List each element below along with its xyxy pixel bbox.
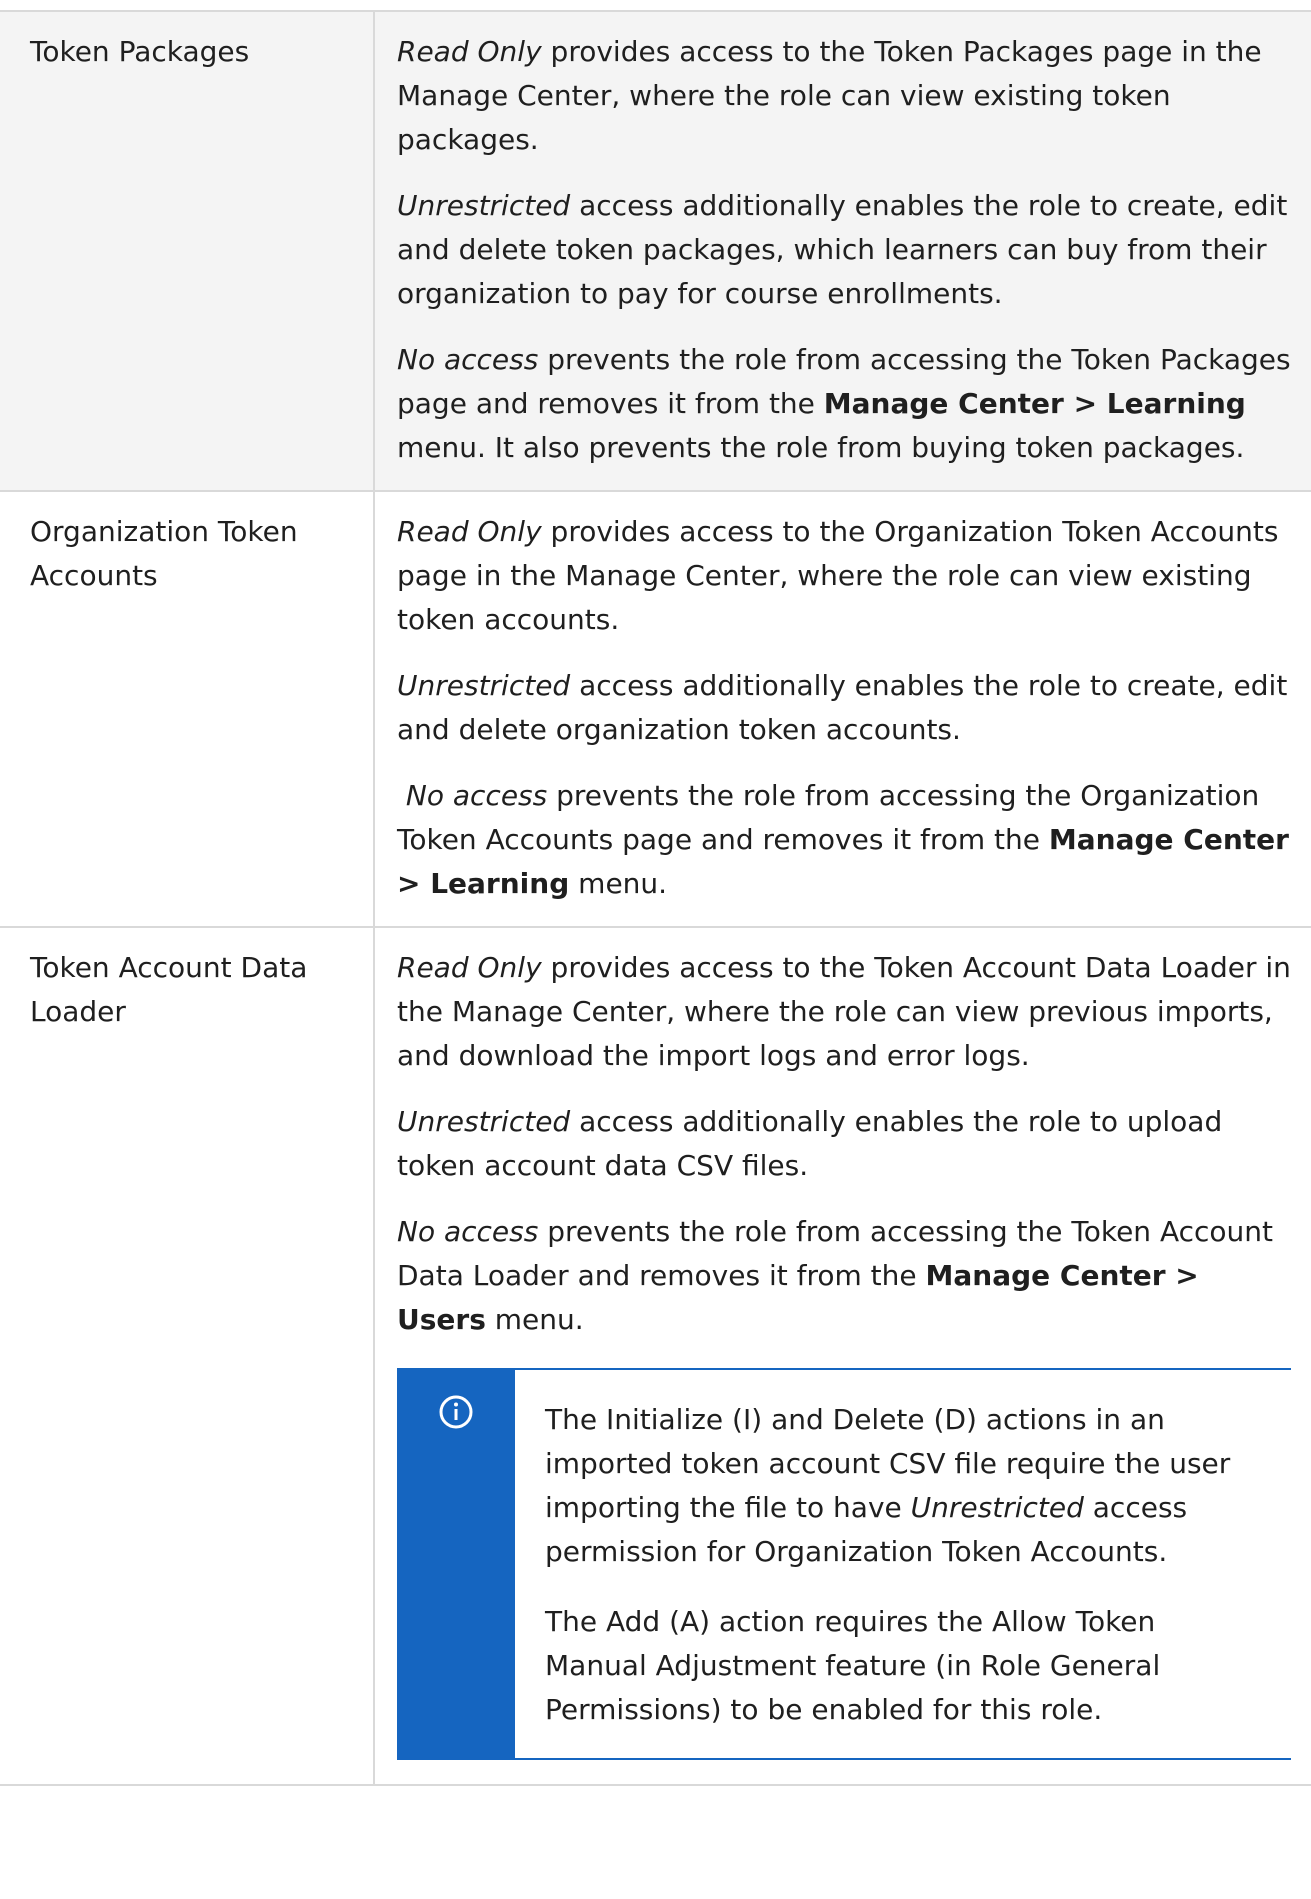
no-access-paragraph: No access prevents the role from accessi…: [397, 1215, 1273, 1336]
permission-name: Organization Token Accounts: [0, 490, 375, 928]
note-body: The Initialize (I) and Delete (D) action…: [515, 1370, 1291, 1758]
unrestricted-paragraph: Unrestricted access additionally enables…: [397, 189, 1288, 310]
read-only-paragraph: Read Only provides access to the Token P…: [397, 35, 1262, 156]
note-accent-bar: [397, 1370, 515, 1758]
no-access-paragraph: No access prevents the role from accessi…: [397, 343, 1291, 464]
table-row: Token Packages Read Only provides access…: [0, 10, 1311, 492]
documentation-page: Token Packages Read Only provides access…: [0, 0, 1311, 1899]
unrestricted-paragraph: Unrestricted access additionally enables…: [397, 669, 1288, 746]
unrestricted-paragraph: Unrestricted access additionally enables…: [397, 1105, 1223, 1182]
read-only-paragraph: Read Only provides access to the Organiz…: [397, 515, 1279, 636]
permissions-table: Token Packages Read Only provides access…: [0, 10, 1311, 1786]
permission-description: Read Only provides access to the Organiz…: [373, 490, 1311, 928]
permission-description: Read Only provides access to the Token A…: [373, 926, 1311, 1786]
no-access-paragraph: No access prevents the role from accessi…: [397, 779, 1289, 900]
table-row: Organization Token Accounts Read Only pr…: [0, 490, 1311, 928]
note-paragraph: The Initialize (I) and Delete (D) action…: [545, 1403, 1231, 1568]
table-row: Token Account Data Loader Read Only prov…: [0, 926, 1311, 1786]
info-note: The Initialize (I) and Delete (D) action…: [397, 1368, 1291, 1760]
info-icon: [438, 1394, 474, 1758]
permission-name: Token Account Data Loader: [0, 926, 375, 1786]
permission-description: Read Only provides access to the Token P…: [373, 10, 1311, 492]
read-only-paragraph: Read Only provides access to the Token A…: [397, 951, 1291, 1072]
note-paragraph: The Add (A) action requires the Allow To…: [545, 1605, 1161, 1726]
permission-name: Token Packages: [0, 10, 375, 492]
